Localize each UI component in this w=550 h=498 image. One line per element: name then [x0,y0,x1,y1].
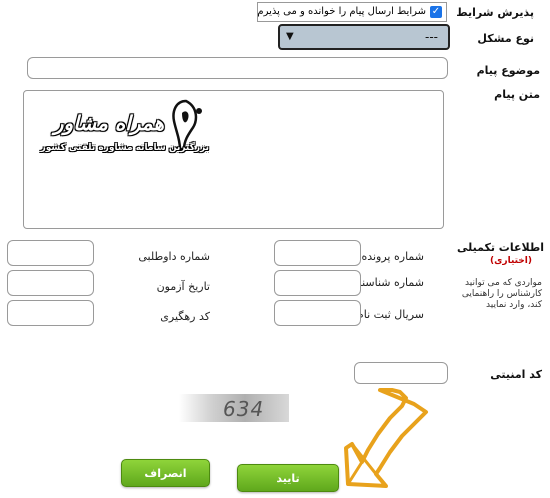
captcha-text: 634 [223,397,265,421]
message-textarea[interactable]: همراه مشاور بزرگترین سامانه مشاوره تلفنی… [23,90,444,229]
confirm-button[interactable]: تایید [237,464,339,492]
terms-checkbox-text: شرایط ارسال پیام را خوانده و می پذیرم [257,6,426,17]
chevron-down-icon: ▼ [286,31,294,42]
extra-info-title: اطلاعات تکمیلی [456,241,544,254]
security-code-label: کد امنیتی [490,368,542,381]
message-label: متن پیام [494,88,540,101]
problem-type-select[interactable]: ▼ --- [278,24,450,50]
subject-label: موضوع پیام [476,64,540,77]
file-number-label: شماره پرونده [361,250,424,263]
problem-type-label: نوع مشکل [477,32,534,45]
applicant-number-label: شماره داوطلبی [138,250,210,263]
security-code-input[interactable] [354,362,448,384]
extra-info-note: مواردی که می توانید کارشناس را راهنمایی … [461,278,542,310]
exam-date-input[interactable] [7,270,94,296]
terms-checkbox[interactable]: ✓ [430,6,442,18]
registration-serial-input[interactable] [274,300,361,326]
file-number-input[interactable] [274,240,361,266]
problem-type-value: --- [425,30,438,44]
tracking-code-label: کد رهگیری [160,310,210,323]
terms-checkbox-box[interactable]: ✓ شرایط ارسال پیام را خوانده و می پذیرم [257,2,447,22]
id-number-input[interactable] [274,270,361,296]
cancel-button[interactable]: انصراف [121,459,210,487]
registration-serial-label: سریال ثبت نام [356,308,424,321]
tracking-code-input[interactable] [7,300,94,326]
watermark-subtitle: بزرگترین سامانه مشاوره تلفنی کشور [40,143,209,153]
extra-info-optional: (اختیاری) [490,256,532,266]
terms-label: پذیرش شرایط [456,6,534,19]
subject-input[interactable] [27,57,448,79]
applicant-number-input[interactable] [7,240,94,266]
watermark-title: همراه مشاور [53,111,164,135]
arrow-pointer-icon [344,388,428,488]
watermark-logo: همراه مشاور بزرگترین سامانه مشاوره تلفنی… [24,97,209,157]
captcha-image: 634 [179,394,289,422]
exam-date-label: تاریخ آزمون [156,280,210,293]
